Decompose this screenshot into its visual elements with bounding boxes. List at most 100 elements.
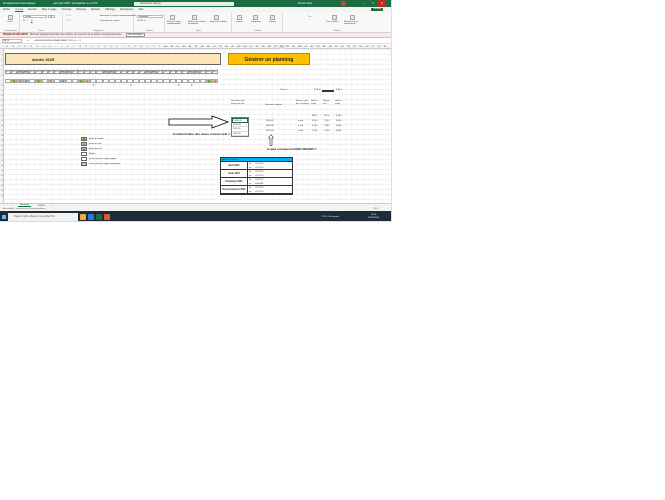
shift-code-cell[interactable]: S <box>212 79 219 83</box>
delete-icon[interactable] <box>253 15 258 20</box>
number-label: Nombre <box>145 29 154 32</box>
align-icons[interactable]: ≡ ≡ ≡ <box>66 15 71 17</box>
underline-button[interactable]: S <box>31 20 32 22</box>
weather-widget[interactable]: 15°C Ciel couvert <box>322 216 339 218</box>
security-warning-text: Microsoft a bloqué l'exécution des macro… <box>29 34 122 36</box>
insert-icon[interactable] <box>237 15 242 20</box>
sort-filter-icon[interactable] <box>332 15 337 20</box>
generate-planning-button[interactable]: Générer un planning <box>228 53 310 65</box>
format-button[interactable]: Format <box>269 21 276 23</box>
accessibility-status[interactable]: Accessibilité : consultez nos recommanda… <box>3 208 46 210</box>
ribbon-tab-développeur[interactable]: Développeur <box>120 8 134 11</box>
number-format-icons[interactable]: % 000 ,0 <box>137 20 146 22</box>
number-group: Standard % 000 ,0 Nombre <box>135 13 165 32</box>
autosave-toggle[interactable]: Enregistrement automatique <box>3 2 36 5</box>
security-warning-bar: RISQUE DE SÉCURITÉ Microsoft a bloqué l'… <box>0 33 391 38</box>
number-format-select[interactable]: Standard <box>137 15 163 18</box>
font-size-select[interactable]: 11 <box>48 15 55 18</box>
ribbon-tab-accueil[interactable]: Accueil <box>15 8 23 12</box>
windows-logo-icon <box>2 214 6 219</box>
start-button[interactable] <box>0 211 8 221</box>
cell-styles-button[interactable]: Styles de cellules <box>210 21 230 23</box>
avatar[interactable] <box>341 1 346 6</box>
close-button[interactable]: ✕ <box>378 0 386 7</box>
heures-total-header: Heures totale <box>311 100 318 105</box>
holiday-row: Hiver 2025 Du ########## au ########## <box>221 170 292 178</box>
name-box[interactable]: AT19 <box>2 39 22 43</box>
ribbon-tab-fichier[interactable]: Fichier <box>3 8 10 11</box>
taux-bar <box>322 90 334 92</box>
legend-swatch <box>81 156 87 161</box>
shift-codes-row: MSNMSNMSMS <box>5 79 219 83</box>
paste-icon[interactable] <box>8 15 13 20</box>
week-cell[interactable]: 2025-05 <box>232 132 248 137</box>
holiday-row: Pont Ascension 2025 Du ########## au #######… <box>221 186 292 194</box>
ribbon-tab-données[interactable]: Données <box>76 8 86 11</box>
minimize-button[interactable]: – <box>360 0 368 7</box>
fx-icon[interactable]: fx <box>22 40 34 42</box>
red-mark: x <box>178 84 180 87</box>
find-select-button[interactable]: Rechercher et sélectionner <box>344 21 362 26</box>
heures-cell: a.m/n <box>298 130 304 132</box>
holiday-to[interactable]: au ########## <box>248 190 292 194</box>
formula-input[interactable]: =SIERREUR(SI(NB.SI($A$7:$NH$7;"ND")>0;..… <box>34 40 81 42</box>
semaines-header: Semaines avec heures de nuit <box>231 100 246 105</box>
conditional-format-button[interactable]: Mise en forme conditionnelle <box>167 21 187 26</box>
delete-button[interactable]: Supprimer <box>251 21 261 23</box>
legend-label: poste du soir <box>89 142 102 145</box>
red-mark: x <box>130 84 132 87</box>
share-button[interactable]: Partager <box>371 7 384 11</box>
insert-button[interactable]: Insérer <box>236 21 243 23</box>
font-name-select[interactable]: Calibri <box>23 15 47 18</box>
bold-button[interactable]: G <box>23 20 25 22</box>
unique-weeks-list: 2025-02 2025-03 2025-05 <box>266 119 274 134</box>
security-warning-title: RISQUE DE SÉCURITÉ <box>3 34 28 36</box>
conditional-format-icon[interactable] <box>170 15 175 20</box>
legend-label: poste de nuit <box>89 147 102 150</box>
cell-styles-icon[interactable] <box>214 15 219 20</box>
align-icons-2[interactable]: ≡ ≡ ≡ <box>66 20 71 22</box>
zoom-level[interactable]: 100 % <box>373 208 379 210</box>
holiday-to-value[interactable]: ########## <box>255 190 264 194</box>
ribbon-tab-formules[interactable]: Formules <box>61 8 71 11</box>
clock[interactable]: 10:16 19/10/2024 <box>368 214 379 220</box>
user-name: Prénom Nom <box>298 2 313 5</box>
ribbon-tab-affichage[interactable]: Affichage <box>105 8 115 11</box>
heures-col-1: a.m/n a.m/n a.m/n <box>298 119 303 134</box>
editing-label: Édition <box>333 29 341 32</box>
sort-filter-button[interactable]: Trier et filtrer <box>326 21 342 23</box>
num-col-3: 3,50 h 0,00 h 0,00 h 8,00 h <box>336 114 342 134</box>
document-title: gen plan 2025 - Enregistrée sur ce PC <box>53 2 98 5</box>
taskbar-search[interactable]: Tapez ici pour effectuer une recherche <box>8 212 78 221</box>
find-select-icon[interactable] <box>350 15 355 20</box>
ribbon-tab-mise-en-page[interactable]: Mise en page <box>42 8 56 11</box>
excel-taskbar-icon[interactable] <box>96 213 102 220</box>
ribbon-tab-aide[interactable]: Aide <box>139 8 144 11</box>
file-explorer-icon[interactable] <box>80 213 86 220</box>
week-cells-list[interactable]: 2025-02 2025-03 2025-05 2025-05 <box>231 117 249 138</box>
styles-group: Mise en forme conditionnelle Mettre sous… <box>166 13 232 32</box>
holiday-dates: Du ########## au ########## <box>248 162 292 169</box>
holiday-name: Hiver 2025 <box>221 170 248 177</box>
holiday-header-cell <box>268 158 288 161</box>
taux-label: Taux d : <box>280 89 288 91</box>
heures-repos-header: Heures totale <box>335 100 342 105</box>
search-box[interactable]: Rechercher (Alt+Q) <box>134 1 234 6</box>
legend-label: nuit en heures supp. payées <box>89 157 117 160</box>
italic-button[interactable]: I <box>27 20 28 22</box>
format-icon[interactable] <box>270 15 275 20</box>
paste-button[interactable]: Coller <box>7 21 13 23</box>
ribbon-tab-révision[interactable]: Révision <box>91 8 100 11</box>
autosum-button[interactable]: Σ ▾ <box>308 15 311 18</box>
learn-more-button[interactable]: En savoir plus <box>125 33 145 37</box>
format-as-table-icon[interactable] <box>192 15 197 20</box>
merge-center-button[interactable]: Fusionner et centrer <box>100 20 120 22</box>
app-icon[interactable] <box>104 213 110 220</box>
edge-icon[interactable] <box>88 213 94 220</box>
wrap-text-button[interactable]: Renvoyer à la ligne automatiquement <box>100 15 136 17</box>
num-col-1: 336 h 0,75 h 0,75 h 0,75 h <box>312 114 318 134</box>
format-as-table-button[interactable]: Mettre sous forme de tableau <box>188 21 208 26</box>
holiday-row: Printemps 2025 Du ########## au 21 avr. 2025 <box>221 178 292 186</box>
ribbon-tab-insertion[interactable]: Insertion <box>28 8 37 11</box>
maximize-button[interactable]: □ <box>369 0 377 7</box>
